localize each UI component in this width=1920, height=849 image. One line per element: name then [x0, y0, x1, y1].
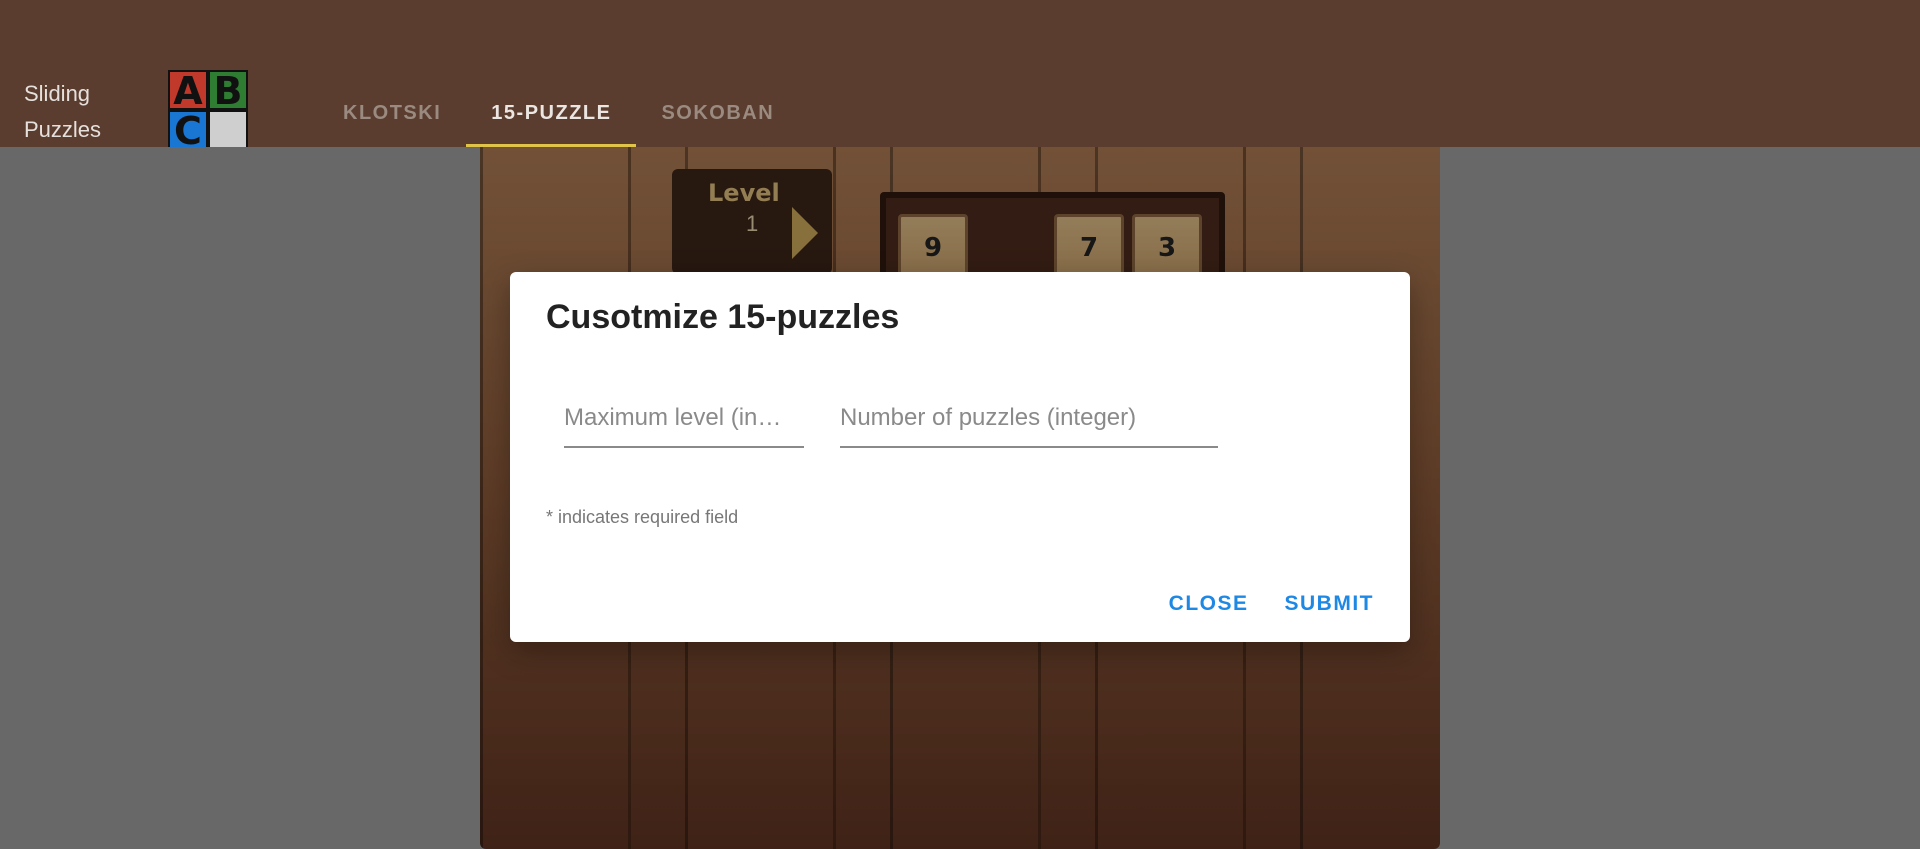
close-button[interactable]: CLOSE — [1169, 592, 1249, 616]
tab-klotski[interactable]: KLOTSKI — [318, 90, 466, 147]
dialog-actions: CLOSE SUBMIT — [1169, 592, 1374, 616]
tab-15-puzzle[interactable]: 15-PUZZLE — [466, 90, 637, 147]
logo-cell-b: B — [208, 70, 248, 110]
logo-cell-empty — [208, 110, 248, 147]
customize-dialog: Cusotmize 15-puzzles * indicates require… — [510, 272, 1410, 642]
app-logo: A B C — [168, 70, 250, 147]
app-header: Sliding Puzzles A B C KLOTSKI 15-PUZZLE … — [0, 0, 1920, 147]
main-tabs: KLOTSKI 15-PUZZLE SOKOBAN — [318, 90, 799, 147]
max-level-input[interactable] — [564, 398, 804, 438]
app-brand: Sliding Puzzles — [24, 76, 101, 148]
brand-line-2: Puzzles — [24, 117, 102, 142]
logo-cell-a: A — [168, 70, 208, 110]
tab-sokoban[interactable]: SOKOBAN — [636, 90, 799, 147]
brand-line-1: Sliding — [24, 81, 91, 106]
logo-cell-c: C — [168, 110, 208, 147]
dialog-title: Cusotmize 15-puzzles — [546, 298, 900, 336]
num-puzzles-input[interactable] — [840, 398, 1218, 438]
required-field-hint: * indicates required field — [546, 507, 739, 527]
submit-button[interactable]: SUBMIT — [1285, 592, 1375, 616]
num-puzzles-field — [840, 398, 1218, 448]
max-level-field — [564, 398, 804, 448]
